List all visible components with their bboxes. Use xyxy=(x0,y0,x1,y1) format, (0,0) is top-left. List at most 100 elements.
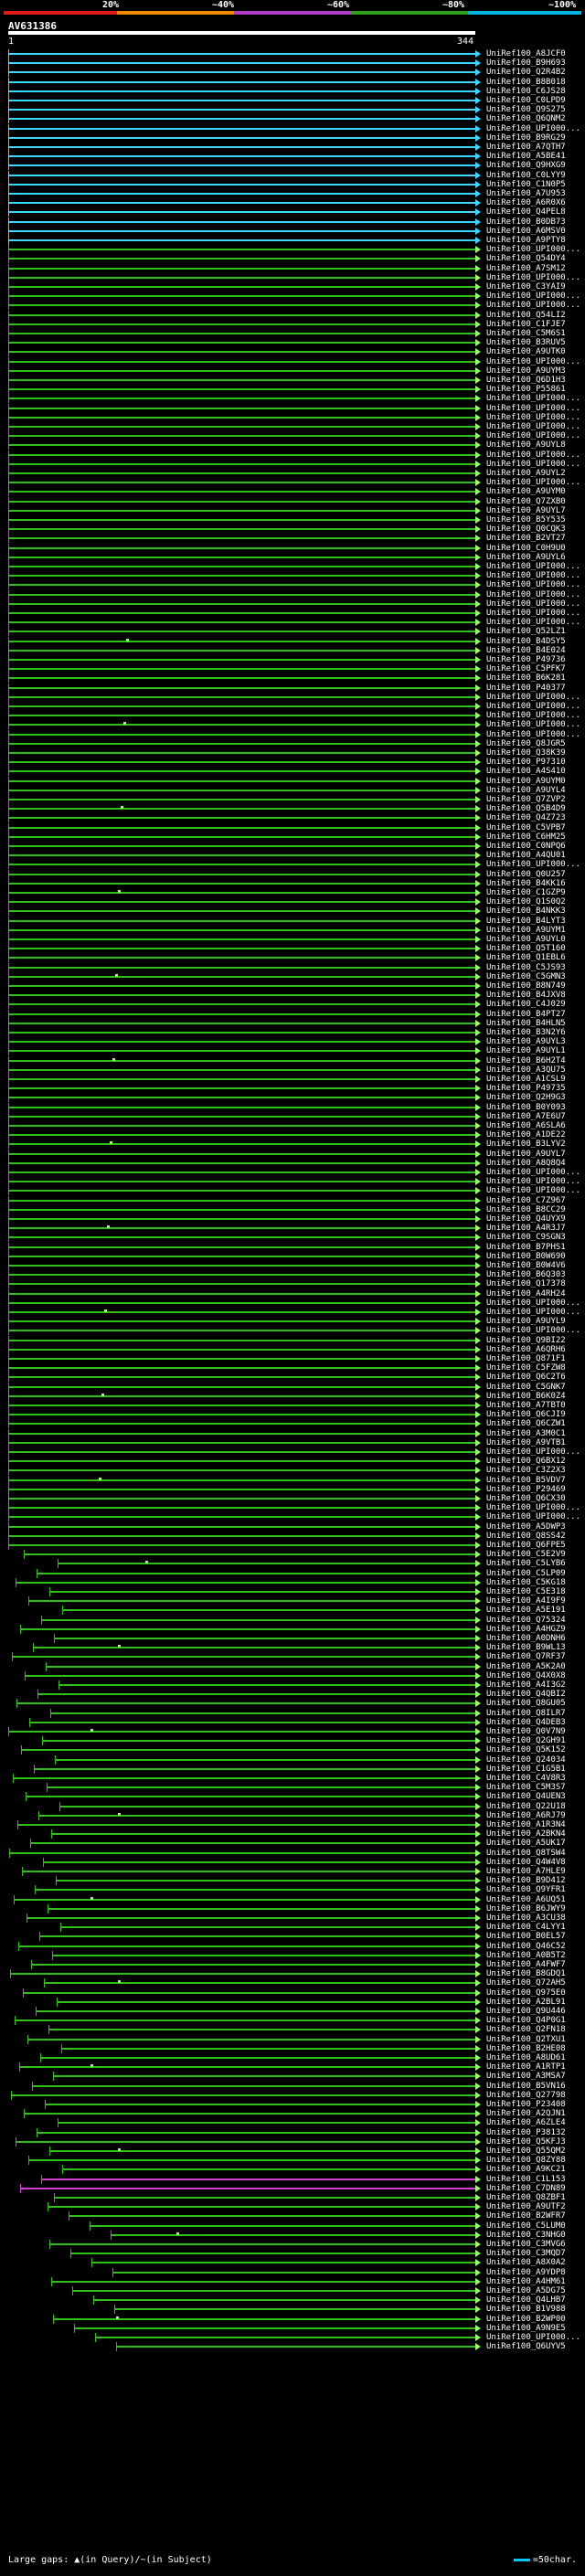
hit-label[interactable]: UniRef100_A9UYL9 xyxy=(486,1317,566,1326)
hit-label[interactable]: UniRef100_Q55QM2 xyxy=(486,2147,566,2156)
hit-label[interactable]: UniRef100_A9N9E5 xyxy=(486,2324,566,2333)
hit-label[interactable]: UniRef100_Q22U18 xyxy=(486,1802,566,1811)
alignment-row[interactable]: UniRef100_Q4Z723 xyxy=(0,813,585,823)
alignment-row[interactable]: UniRef100_A4S410 xyxy=(0,767,585,777)
alignment-row[interactable]: UniRef100_C5KG18 xyxy=(0,1577,585,1587)
alignment-row[interactable]: UniRef100_A6UQ51 xyxy=(0,1894,585,1904)
hit-label[interactable]: UniRef100_B3RUV5 xyxy=(486,338,566,347)
hit-label[interactable]: UniRef100_Q24034 xyxy=(486,1755,566,1765)
hit-label[interactable]: UniRef100_A9UYL8 xyxy=(486,440,566,450)
alignment-row[interactable]: UniRef100_C5M6S1 xyxy=(0,329,585,338)
hit-label[interactable]: UniRef100_UPI000... xyxy=(486,571,580,580)
hit-label[interactable]: UniRef100_P40377 xyxy=(486,684,566,693)
hit-label[interactable]: UniRef100_B9D412 xyxy=(486,1876,566,1885)
alignment-row[interactable]: UniRef100_A5E191 xyxy=(0,1606,585,1616)
alignment-row[interactable]: UniRef100_Q9BI22 xyxy=(0,1335,585,1345)
hit-label[interactable]: UniRef100_A9UYL4 xyxy=(486,786,566,795)
alignment-row[interactable]: UniRef100_UPI000... xyxy=(0,403,585,413)
alignment-row[interactable]: UniRef100_B8CC29 xyxy=(0,1204,585,1214)
hit-label[interactable]: UniRef100_B5VN16 xyxy=(486,2082,566,2091)
hit-label[interactable]: UniRef100_A5DG75 xyxy=(486,2286,566,2295)
hit-label[interactable]: UniRef100_P23408 xyxy=(486,2100,566,2109)
alignment-row[interactable]: UniRef100_C0LYY9 xyxy=(0,170,585,180)
hit-label[interactable]: UniRef100_A9VTB1 xyxy=(486,1438,566,1447)
hit-label[interactable]: UniRef100_A3M0C1 xyxy=(486,1429,566,1438)
alignment-row[interactable]: UniRef100_Q4UEN3 xyxy=(0,1792,585,1802)
alignment-row[interactable]: UniRef100_A7HLE9 xyxy=(0,1867,585,1876)
alignment-row[interactable]: UniRef100_UPI000... xyxy=(0,301,585,311)
alignment-row[interactable]: UniRef100_A6QRH6 xyxy=(0,1344,585,1354)
alignment-row[interactable]: UniRef100_B4NKK3 xyxy=(0,906,585,917)
alignment-row[interactable]: UniRef100_B2WP00 xyxy=(0,2314,585,2324)
hit-label[interactable]: UniRef100_A6QRH6 xyxy=(486,1345,566,1354)
alignment-row[interactable]: UniRef100_UPI000... xyxy=(0,478,585,488)
hit-label[interactable]: UniRef100_UPI000... xyxy=(486,292,580,301)
hit-label[interactable]: UniRef100_A9UYL3 xyxy=(486,1037,566,1046)
alignment-row[interactable]: UniRef100_A8X0A2 xyxy=(0,2258,585,2268)
alignment-row[interactable]: UniRef100_C4J029 xyxy=(0,1000,585,1010)
hit-label[interactable]: UniRef100_B8N749 xyxy=(486,981,566,991)
alignment-row[interactable]: UniRef100_A9UYM3 xyxy=(0,366,585,376)
hit-label[interactable]: UniRef100_C3NHG0 xyxy=(486,2231,566,2240)
alignment-row[interactable]: UniRef100_A7SM12 xyxy=(0,263,585,273)
alignment-row[interactable]: UniRef100_Q4LHB7 xyxy=(0,2295,585,2306)
alignment-row[interactable]: UniRef100_A6SLA6 xyxy=(0,1121,585,1130)
alignment-row[interactable]: UniRef100_B5Y535 xyxy=(0,515,585,525)
alignment-row[interactable]: UniRef100_Q0U257 xyxy=(0,869,585,879)
hit-label[interactable]: UniRef100_A4RH24 xyxy=(486,1289,566,1299)
alignment-row[interactable]: UniRef100_UPI000... xyxy=(0,720,585,730)
alignment-row[interactable]: UniRef100_A5K2A0 xyxy=(0,1661,585,1671)
alignment-row[interactable]: UniRef100_B5VN16 xyxy=(0,2081,585,2091)
alignment-row[interactable]: UniRef100_Q6CJI9 xyxy=(0,1410,585,1420)
hit-label[interactable]: UniRef100_A9UTK0 xyxy=(486,347,566,356)
alignment-row[interactable]: UniRef100_A9UYL7 xyxy=(0,1149,585,1159)
hit-label[interactable]: UniRef100_A7E6U7 xyxy=(486,1112,566,1121)
hit-label[interactable]: UniRef100_Q27798 xyxy=(486,2091,566,2100)
alignment-row[interactable]: UniRef100_A9N9E5 xyxy=(0,2323,585,2333)
hit-label[interactable]: UniRef100_A2QJN1 xyxy=(486,2109,566,2118)
hit-label[interactable]: UniRef100_Q1S0Q2 xyxy=(486,897,566,906)
hit-label[interactable]: UniRef100_Q6BX12 xyxy=(486,1457,566,1466)
alignment-row[interactable]: UniRef100_B2VT27 xyxy=(0,534,585,544)
alignment-row[interactable]: UniRef100_A8JCF0 xyxy=(0,49,585,58)
hit-label[interactable]: UniRef100_Q6CZW1 xyxy=(486,1419,566,1428)
alignment-row[interactable]: UniRef100_A9UYM0 xyxy=(0,776,585,786)
hit-label[interactable]: UniRef100_UPI000... xyxy=(486,609,580,618)
alignment-row[interactable]: UniRef100_A9KC21 xyxy=(0,2165,585,2175)
hit-label[interactable]: UniRef100_C5LP09 xyxy=(486,1569,566,1578)
hit-label[interactable]: UniRef100_UPI000... xyxy=(486,422,580,431)
hit-label[interactable]: UniRef100_B4KK16 xyxy=(486,879,566,888)
hit-label[interactable]: UniRef100_A4S410 xyxy=(486,767,566,776)
hit-label[interactable]: UniRef100_Q4UEN3 xyxy=(486,1792,566,1801)
alignment-row[interactable]: UniRef100_UPI000... xyxy=(0,711,585,721)
hit-label[interactable]: UniRef100_A4I3G2 xyxy=(486,1680,566,1690)
hit-label[interactable]: UniRef100_Q4P0G1 xyxy=(486,2016,566,2025)
hit-label[interactable]: UniRef100_UPI000... xyxy=(486,413,580,422)
hit-label[interactable]: UniRef100_A8JCF0 xyxy=(486,49,566,58)
alignment-row[interactable]: UniRef100_Q6UYV5 xyxy=(0,2342,585,2352)
hit-label[interactable]: UniRef100_A5UK17 xyxy=(486,1839,566,1848)
hit-label[interactable]: UniRef100_C9SGN3 xyxy=(486,1233,566,1242)
hit-label[interactable]: UniRef100_A4I9F9 xyxy=(486,1596,566,1606)
hit-label[interactable]: UniRef100_B6H2T4 xyxy=(486,1056,566,1065)
hit-label[interactable]: UniRef100_B6K281 xyxy=(486,673,566,683)
alignment-row[interactable]: UniRef100_B3LYV2 xyxy=(0,1140,585,1150)
alignment-row[interactable]: UniRef100_UPI000... xyxy=(0,702,585,711)
alignment-row[interactable]: UniRef100_C1N0P5 xyxy=(0,179,585,189)
hit-label[interactable]: UniRef100_UPI000... xyxy=(486,580,580,589)
hit-label[interactable]: UniRef100_UPI000... xyxy=(486,720,580,729)
hit-label[interactable]: UniRef100_Q8TSW4 xyxy=(486,1849,566,1858)
alignment-row[interactable]: UniRef100_B6Q303 xyxy=(0,1270,585,1280)
alignment-row[interactable]: UniRef100_C1L153 xyxy=(0,2174,585,2184)
hit-label[interactable]: UniRef100_C3YAI9 xyxy=(486,282,566,292)
hit-label[interactable]: UniRef100_Q4UYX9 xyxy=(486,1214,566,1224)
hit-label[interactable]: UniRef100_Q8ZY88 xyxy=(486,2156,566,2165)
alignment-row[interactable]: UniRef100_A9UYL8 xyxy=(0,440,585,451)
alignment-row[interactable]: UniRef100_B0W690 xyxy=(0,1251,585,1261)
alignment-row[interactable]: UniRef100_UPI000... xyxy=(0,123,585,133)
hit-label[interactable]: UniRef100_A2BL91 xyxy=(486,1998,566,2007)
alignment-row[interactable]: UniRef100_A4R3J7 xyxy=(0,1224,585,1234)
alignment-row[interactable]: UniRef100_A9UYL1 xyxy=(0,1046,585,1056)
alignment-row[interactable]: UniRef100_P49736 xyxy=(0,655,585,664)
hit-label[interactable]: UniRef100_UPI000... xyxy=(486,562,580,571)
